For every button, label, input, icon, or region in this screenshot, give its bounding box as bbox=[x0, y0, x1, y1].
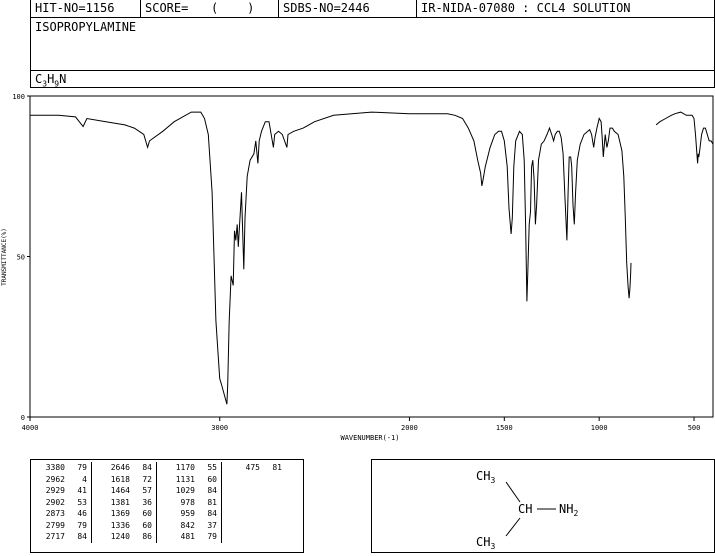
peak-transmittance: 79 bbox=[65, 462, 92, 474]
peak-table-box: 3380 79 2646 84 1170 55 475 81 2962 4 1618 72 1131 60… bbox=[30, 459, 304, 553]
peak-wavenumber: 1029 bbox=[175, 486, 195, 495]
plot-frame bbox=[29, 95, 714, 418]
peak-wavenumber: 481 bbox=[180, 532, 195, 541]
peak-wavenumber: 1336 bbox=[110, 520, 130, 530]
y-tick-label: 50 bbox=[17, 254, 25, 262]
peak-transmittance: 53 bbox=[65, 496, 92, 508]
spectrum-curve bbox=[30, 111, 714, 405]
x-tick-label: 4000 bbox=[22, 424, 39, 432]
x-axis-label: WAVENUMBER(-1) bbox=[340, 434, 399, 442]
chart-axes bbox=[29, 95, 714, 418]
peak-transmittance bbox=[260, 508, 286, 520]
spectrum-line-segment-1 bbox=[30, 111, 632, 405]
peak-wavenumber: 842 bbox=[180, 520, 195, 530]
y-axis-label: TRANSMITTANCE(%) bbox=[1, 228, 8, 286]
x-tick-label: 2000 bbox=[401, 424, 418, 432]
peak-wavenumber: 1464 bbox=[110, 486, 130, 495]
peak-row: 2873 46 1369 60 959 84 bbox=[31, 508, 286, 520]
peak-wavenumber: 1381 bbox=[110, 497, 130, 507]
bond-top bbox=[505, 481, 521, 503]
peak-transmittance bbox=[260, 531, 286, 543]
peak-wavenumber: 1369 bbox=[110, 509, 130, 518]
x-tick-label: 3000 bbox=[211, 424, 228, 432]
peak-transmittance bbox=[260, 485, 286, 497]
peak-transmittance: 79 bbox=[195, 531, 222, 543]
ir-spectrum-chart: 4000 3000 2000 1500 1000 500 0 50 100 WAVENUMBER… bbox=[1, 93, 714, 442]
peak-row: 2717 84 1240 86 481 79 bbox=[31, 531, 286, 543]
chart-ticks: 4000 3000 2000 1500 1000 500 0 50 100 bbox=[12, 93, 700, 432]
structure-box: CH3 CH NH2 CH3 bbox=[371, 459, 715, 553]
peak-wavenumber bbox=[222, 520, 261, 532]
peak-wavenumber: 3380 bbox=[45, 463, 65, 472]
x-tick-label: 1000 bbox=[591, 424, 608, 432]
peak-wavenumber: 2962 bbox=[45, 474, 65, 484]
peak-transmittance: 4 bbox=[65, 473, 92, 485]
peak-transmittance: 60 bbox=[195, 473, 222, 485]
peak-transmittance bbox=[260, 474, 286, 486]
peak-wavenumber: 959 bbox=[180, 509, 195, 518]
peak-wavenumber: 2902 bbox=[45, 497, 65, 507]
peak-transmittance: 37 bbox=[195, 519, 222, 531]
x-tick-label: 1500 bbox=[496, 424, 513, 432]
peak-wavenumber bbox=[222, 485, 261, 497]
peak-row: 2799 79 1336 60 842 37 bbox=[31, 519, 286, 532]
methine: CH bbox=[518, 502, 532, 516]
peak-transmittance: 60 bbox=[130, 519, 157, 531]
y-tick-label: 0 bbox=[21, 414, 25, 422]
peak-transmittance: 81 bbox=[195, 496, 222, 508]
spectrum-line-segment-2 bbox=[655, 111, 714, 164]
peak-wavenumber: 2646 bbox=[110, 463, 130, 472]
peak-transmittance: 84 bbox=[130, 462, 157, 474]
peak-transmittance: 57 bbox=[130, 485, 157, 497]
peak-transmittance: 55 bbox=[195, 462, 222, 474]
peak-wavenumber bbox=[222, 474, 261, 486]
peak-transmittance bbox=[260, 520, 286, 532]
peak-wavenumber bbox=[222, 531, 261, 543]
peak-transmittance: 46 bbox=[65, 508, 92, 520]
peak-transmittance: 84 bbox=[65, 531, 92, 543]
methyl-bottom: CH3 bbox=[476, 535, 495, 551]
x-tick-label: 500 bbox=[688, 424, 701, 432]
peak-transmittance: 81 bbox=[272, 463, 282, 472]
peak-transmittance: 79 bbox=[65, 519, 92, 531]
methyl-top: CH3 bbox=[476, 469, 495, 485]
peak-transmittance: 41 bbox=[65, 485, 92, 497]
peak-wavenumber: 2873 bbox=[45, 509, 65, 518]
peak-row: 2929 41 1464 57 1029 84 bbox=[31, 485, 286, 497]
amine-group: NH2 bbox=[559, 502, 578, 518]
bond-bottom bbox=[505, 517, 521, 537]
peak-wavenumber: 2929 bbox=[45, 486, 65, 495]
peak-wavenumber: 978 bbox=[180, 497, 195, 507]
peak-table: 3380 79 2646 84 1170 55 475 81 2962 4 1618 72 1131 60… bbox=[31, 462, 286, 543]
peak-transmittance bbox=[260, 497, 286, 509]
peak-transmittance: 60 bbox=[130, 508, 157, 520]
peak-row: 2962 4 1618 72 1131 60 bbox=[31, 473, 286, 486]
peak-transmittance: 86 bbox=[130, 531, 157, 543]
peak-wavenumber: 1240 bbox=[110, 532, 130, 541]
structure-drawing: CH3 CH NH2 CH3 bbox=[476, 469, 578, 551]
peak-row: 2902 53 1381 36 978 81 bbox=[31, 496, 286, 509]
peak-wavenumber: 1618 bbox=[110, 474, 130, 484]
peak-wavenumber: 1170 bbox=[175, 463, 195, 472]
peak-wavenumber: 2717 bbox=[45, 532, 65, 541]
peak-wavenumber: 1131 bbox=[175, 474, 195, 484]
peak-transmittance: 84 bbox=[195, 508, 222, 520]
peak-wavenumber bbox=[222, 497, 261, 509]
peak-transmittance: 72 bbox=[130, 473, 157, 485]
peak-row: 3380 79 2646 84 1170 55 475 81 bbox=[31, 462, 286, 474]
peak-transmittance: 36 bbox=[130, 496, 157, 508]
peak-transmittance: 84 bbox=[195, 485, 222, 497]
peak-wavenumber bbox=[222, 508, 261, 520]
y-tick-label: 100 bbox=[12, 93, 25, 101]
peak-wavenumber: 475 bbox=[245, 463, 260, 472]
peak-wavenumber: 2799 bbox=[45, 520, 65, 530]
